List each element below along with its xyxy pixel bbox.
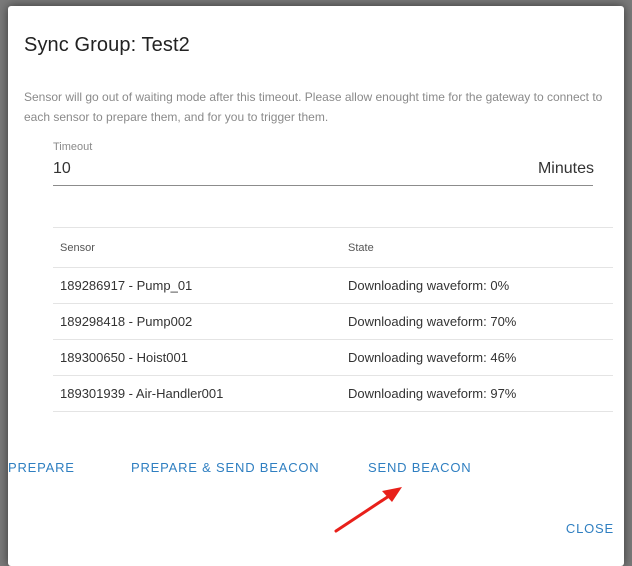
prepare-button[interactable]: PREPARE [8, 460, 75, 475]
sensor-cell: 189298418 - Pump002 [60, 314, 193, 329]
dialog-title: Sync Group: Test2 [24, 34, 190, 56]
timeout-input[interactable]: 10 [53, 160, 71, 178]
sensor-table: Sensor State 189286917 - Pump_01 Downloa… [53, 227, 613, 412]
timeout-underline [53, 185, 593, 186]
timeout-label: Timeout [53, 141, 93, 153]
column-header-sensor: Sensor [60, 241, 95, 254]
sensor-cell: 189300650 - Hoist001 [60, 350, 188, 365]
state-cell: Downloading waveform: 97% [348, 386, 517, 401]
table-row: 189300650 - Hoist001 Downloading wavefor… [53, 340, 613, 376]
send-beacon-button[interactable]: SEND BEACON [368, 460, 471, 475]
prepare-and-send-beacon-button[interactable]: PREPARE & SEND BEACON [131, 460, 320, 475]
column-header-state: State [348, 241, 374, 254]
sensor-cell: 189301939 - Air-Handler001 [60, 386, 224, 401]
timeout-description: Sensor will go out of waiting mode after… [24, 90, 603, 124]
sensor-cell: 189286917 - Pump_01 [60, 278, 193, 293]
table-row: 189301939 - Air-Handler001 Downloading w… [53, 376, 613, 412]
table-row: 189298418 - Pump002 Downloading waveform… [53, 304, 613, 340]
state-cell: Downloading waveform: 46% [348, 350, 517, 365]
table-header-row: Sensor State [53, 228, 613, 268]
state-cell: Downloading waveform: 0% [348, 278, 510, 293]
sync-group-dialog: Sync Group: Test2 Sensor will go out of … [8, 6, 624, 566]
state-cell: Downloading waveform: 70% [348, 314, 517, 329]
table-row: 189286917 - Pump_01 Downloading waveform… [53, 268, 613, 304]
timeout-unit: Minutes [537, 160, 594, 177]
red-arrow-icon [334, 487, 402, 533]
close-button[interactable]: CLOSE [566, 521, 614, 536]
